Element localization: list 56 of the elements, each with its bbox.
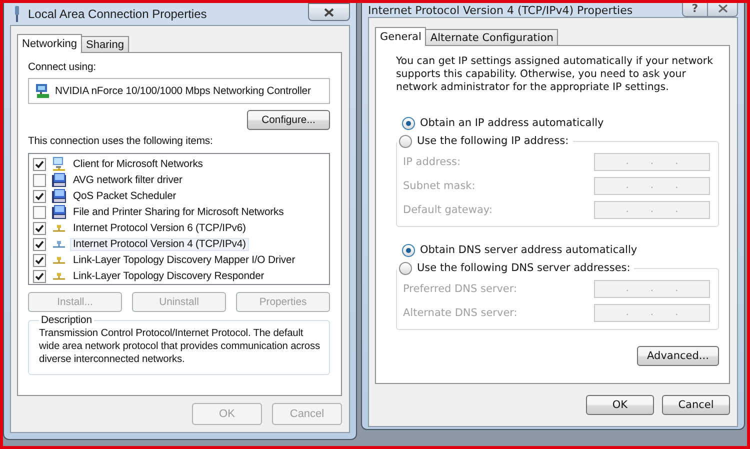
radio-button[interactable] bbox=[399, 262, 412, 274]
adapter-name: NVIDIA nForce 10/100/1000 Mbps Networking Controller bbox=[55, 86, 311, 96]
intro-text: You can get IP settings assigned automatically if your network supports this capability. Otherwise, you need to ask your network administrator for the appropriate IP settings. bbox=[396, 55, 714, 94]
field-label: Default gateway: bbox=[403, 204, 492, 216]
radio-label[interactable]: Obtain DNS server address automatically bbox=[420, 244, 638, 256]
field-label: Subnet mask: bbox=[403, 180, 476, 192]
close-button[interactable] bbox=[708, 3, 738, 17]
checkbox[interactable] bbox=[33, 206, 46, 218]
checkbox[interactable] bbox=[33, 238, 46, 250]
advanced-button[interactable]: Advanced... bbox=[637, 346, 719, 366]
item-label[interactable]: Internet Protocol Version 4 (TCP/IPv4) bbox=[70, 238, 249, 250]
tab[interactable]: Alternate Configuration bbox=[425, 29, 558, 45]
checkbox[interactable] bbox=[33, 158, 46, 170]
item-label[interactable]: Internet Protocol Version 6 (TCP/IPv6) bbox=[70, 222, 249, 234]
network-plug-icon bbox=[12, 6, 22, 22]
item-label[interactable]: Link-Layer Topology Discovery Responder bbox=[70, 270, 268, 282]
tab[interactable]: Networking bbox=[17, 34, 82, 53]
items-label: This connection uses the following items: bbox=[28, 136, 214, 147]
item-label[interactable]: Client for Microsoft Networks bbox=[70, 158, 206, 170]
radio-label[interactable]: Obtain an IP address automatically bbox=[420, 117, 604, 129]
field-label: Preferred DNS server: bbox=[403, 283, 518, 295]
help-button[interactable]: ? bbox=[682, 3, 708, 17]
window-title: Internet Protocol Version 4 (TCP/IPv4) Properties bbox=[368, 4, 633, 16]
radio-button[interactable] bbox=[402, 244, 415, 256]
dialog-button[interactable]: OK bbox=[586, 395, 654, 415]
checkbox[interactable] bbox=[33, 190, 46, 202]
close-button[interactable] bbox=[308, 3, 350, 21]
checkbox[interactable] bbox=[33, 254, 46, 266]
network-adapter-icon bbox=[34, 83, 50, 99]
radio-label[interactable]: Use the following IP address: bbox=[417, 135, 569, 147]
checkbox[interactable] bbox=[33, 174, 46, 186]
field-label: IP address: bbox=[403, 156, 461, 168]
computer-icon bbox=[51, 204, 67, 220]
description-text: Transmission Control Protocol/Internet Protocol. The default wide area network protocol that provides communication across diverse interconnected networks. bbox=[39, 327, 321, 366]
dialog-button[interactable]: Cancel bbox=[662, 395, 730, 415]
computer-icon bbox=[51, 188, 67, 204]
close-icon bbox=[718, 4, 728, 12]
computer-icon bbox=[51, 172, 67, 188]
window-title: Local Area Connection Properties bbox=[28, 7, 207, 21]
radio-button[interactable] bbox=[399, 134, 412, 148]
connect-using-label: Connect using: bbox=[28, 62, 97, 73]
item-label[interactable]: AVG network filter driver bbox=[70, 174, 186, 186]
configure-button[interactable]: Configure... bbox=[247, 110, 330, 130]
computer-network-icon bbox=[51, 156, 67, 172]
field-label: Alternate DNS server: bbox=[403, 307, 518, 319]
radio-label[interactable]: Use the following DNS server addresses: bbox=[417, 262, 630, 274]
item-label[interactable]: Link-Layer Topology Discovery Mapper I/O Driver bbox=[70, 254, 298, 266]
checkbox[interactable] bbox=[33, 270, 46, 282]
item-label[interactable]: File and Printer Sharing for Microsoft Networks bbox=[70, 206, 287, 218]
tab[interactable]: Sharing bbox=[81, 36, 129, 52]
radio-button[interactable] bbox=[402, 116, 415, 130]
close-icon bbox=[324, 8, 334, 16]
description-title: Description bbox=[40, 315, 93, 326]
checkbox[interactable] bbox=[33, 222, 46, 234]
tab[interactable]: General bbox=[375, 27, 426, 46]
item-label[interactable]: QoS Packet Scheduler bbox=[70, 190, 180, 202]
